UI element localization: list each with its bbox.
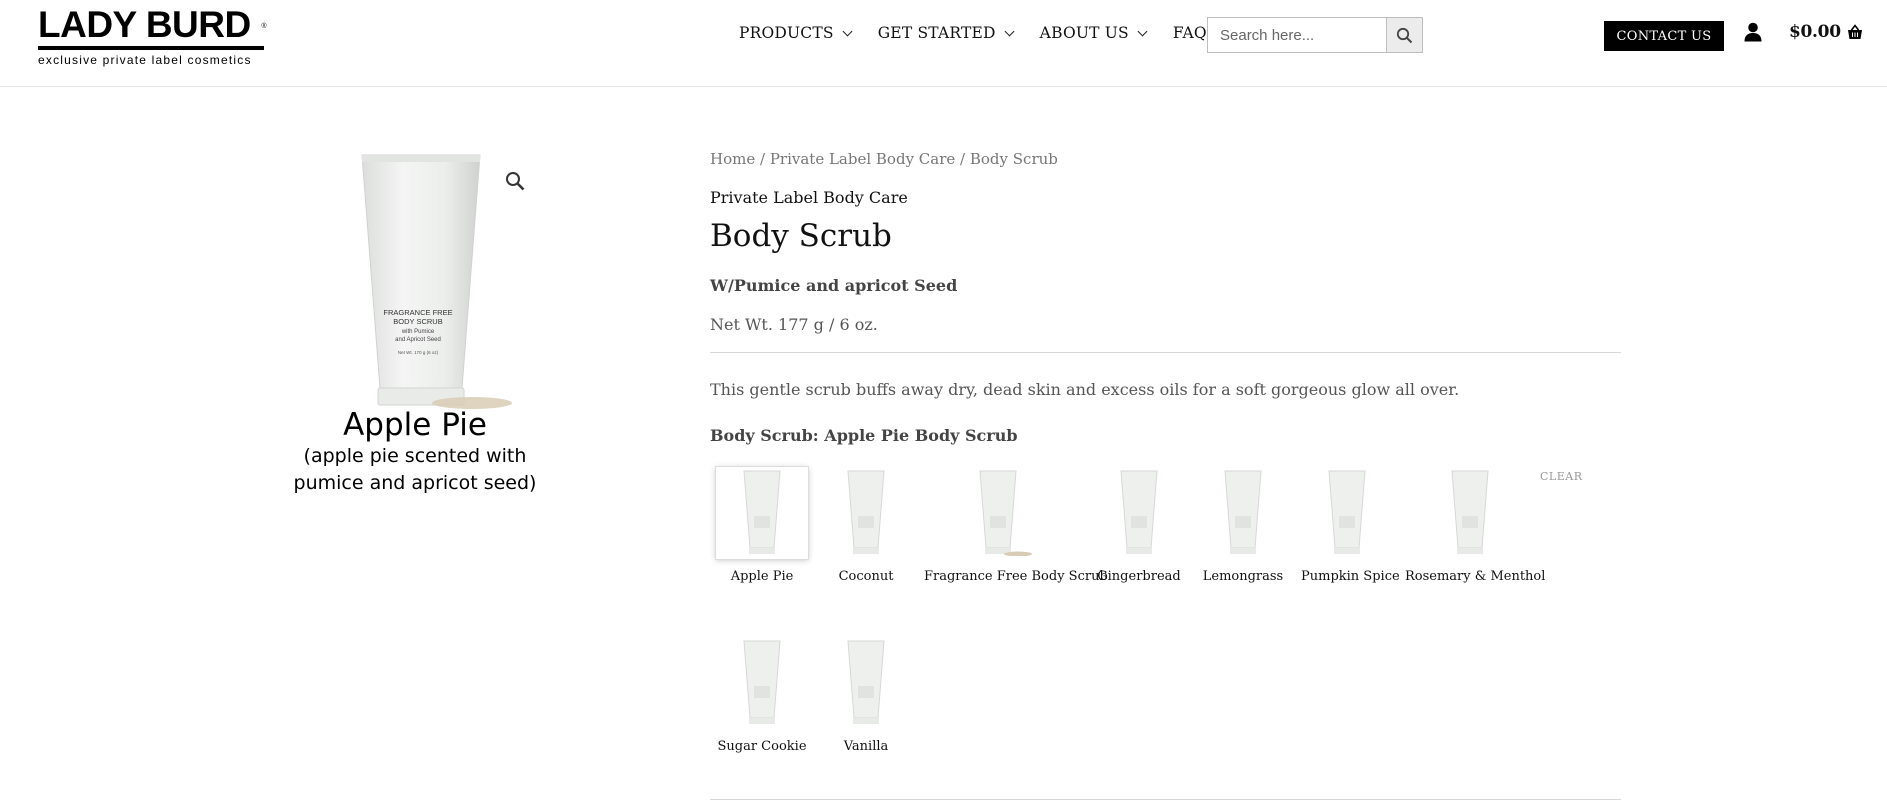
variant-thumbnail [1093, 467, 1185, 559]
variant-swatch-label: Vanilla [843, 739, 889, 754]
basket-icon [1847, 24, 1862, 39]
variant-swatch-fragrance-free[interactable]: Fragrance Free Body Scrub [924, 467, 1108, 584]
breadcrumb-current: Body Scrub [969, 150, 1058, 168]
variant-thumbnail [1424, 467, 1516, 559]
product-subtitle: W/Pumice and apricot Seed [710, 276, 958, 295]
variant-swatch-label: Pumpkin Spice [1301, 569, 1400, 584]
product-title: Body Scrub [710, 218, 892, 254]
variant-swatch-label: Sugar Cookie [717, 739, 807, 754]
chevron-down-icon [1137, 26, 1148, 36]
variant-swatch-label: Apple Pie [730, 569, 794, 584]
tube-label-line: Net Wt. 170 g (6 oz) [398, 350, 439, 355]
site-header: LADY BURD ® exclusive private label cosme… [0, 0, 1887, 87]
variant-thumbnail [1301, 467, 1393, 559]
cart-total: $0.00 [1789, 22, 1841, 42]
caption-subtitle: pumice and apricot seed) [293, 472, 537, 494]
variant-thumbnail [716, 637, 808, 729]
variant-swatch-pumpkin-spice[interactable]: Pumpkin Spice [1301, 467, 1400, 584]
variant-swatch-sugar-cookie[interactable]: Sugar Cookie [716, 637, 808, 754]
clear-selection-link[interactable]: CLEAR [1540, 470, 1582, 483]
breadcrumb-separator: / [755, 150, 770, 168]
variant-swatch-label: Fragrance Free Body Scrub [924, 569, 1108, 584]
variant-thumbnail [820, 467, 912, 559]
nav-label: ABOUT US [1039, 24, 1129, 42]
variant-swatch-rosemary-menthol[interactable]: Rosemary & Menthol [1405, 467, 1546, 584]
nav-item-get-started[interactable]: GET STARTED [877, 24, 1015, 42]
logo-underline [38, 46, 264, 50]
caption-subtitle: (apple pie scented with [303, 445, 527, 467]
nav-item-products[interactable]: PRODUCTS [739, 24, 853, 42]
divider [710, 799, 1621, 800]
main-nav: PRODUCTS GET STARTED ABOUT US FAQS [739, 24, 1245, 42]
nav-item-about-us[interactable]: ABOUT US [1039, 24, 1148, 42]
tube-label-line: with Pumice [401, 329, 435, 335]
chevron-down-icon [1004, 26, 1015, 36]
nav-label: GET STARTED [877, 24, 996, 42]
cart-link[interactable]: $0.00 [1789, 22, 1863, 42]
product-description: This gentle scrub buffs away dry, dead s… [710, 380, 1460, 399]
brand-logo[interactable]: LADY BURD ® exclusive private label cosme… [38, 6, 268, 67]
product-image-caption: Apple Pie (apple pie scented with pumice… [280, 407, 550, 497]
variant-thumbnail [958, 467, 1050, 559]
breadcrumb-separator: / [955, 150, 970, 168]
variant-swatch-gingerbread[interactable]: Gingerbread [1093, 467, 1185, 584]
variant-thumbnail [716, 467, 808, 559]
variant-swatch-coconut[interactable]: Coconut [820, 467, 912, 584]
variant-swatch-label: Lemongrass [1202, 569, 1284, 584]
variant-swatch-apple-pie[interactable]: Apple Pie [716, 467, 808, 584]
product-category[interactable]: Private Label Body Care [710, 188, 908, 207]
contact-us-button[interactable]: CONTACT US [1604, 21, 1724, 51]
user-icon[interactable] [1744, 22, 1762, 46]
divider [710, 352, 1621, 353]
breadcrumb: Home / Private Label Body Care / Body Sc… [710, 150, 1058, 168]
tube-label-line: and Apricot Seed [395, 337, 441, 343]
breadcrumb-category[interactable]: Private Label Body Care [770, 150, 955, 168]
variant-swatch-lemongrass[interactable]: Lemongrass [1197, 467, 1289, 584]
net-weight: Net Wt. 177 g / 6 oz. [710, 315, 878, 334]
caption-title: Apple Pie [343, 407, 487, 443]
search-button[interactable] [1386, 18, 1422, 52]
variant-thumbnail [1197, 467, 1289, 559]
search-icon [1396, 27, 1413, 43]
variant-swatch-label: Gingerbread [1097, 569, 1181, 584]
brand-name: LADY BURD ® [38, 4, 266, 45]
product-main-image[interactable]: FRAGRANCE FREE BODY SCRUB with Pumice an… [352, 153, 522, 417]
brand-tagline: exclusive private label cosmetics [38, 53, 252, 67]
search-form [1207, 17, 1423, 53]
variant-thumbnail [820, 637, 912, 729]
tube-label-line: FRAGRANCE FREE [383, 308, 452, 317]
variant-swatch-label: Rosemary & Menthol [1405, 569, 1546, 584]
tube-label-line: BODY SCRUB [393, 317, 442, 326]
variant-swatch-label: Coconut [838, 569, 894, 584]
breadcrumb-home[interactable]: Home [710, 150, 755, 168]
variant-swatch-vanilla[interactable]: Vanilla [820, 637, 912, 754]
variant-label: Body Scrub: Apple Pie Body Scrub [710, 426, 1018, 445]
chevron-down-icon [842, 26, 853, 36]
nav-label: PRODUCTS [739, 24, 834, 42]
search-input[interactable] [1208, 18, 1386, 52]
registered-mark: ® [261, 23, 266, 30]
